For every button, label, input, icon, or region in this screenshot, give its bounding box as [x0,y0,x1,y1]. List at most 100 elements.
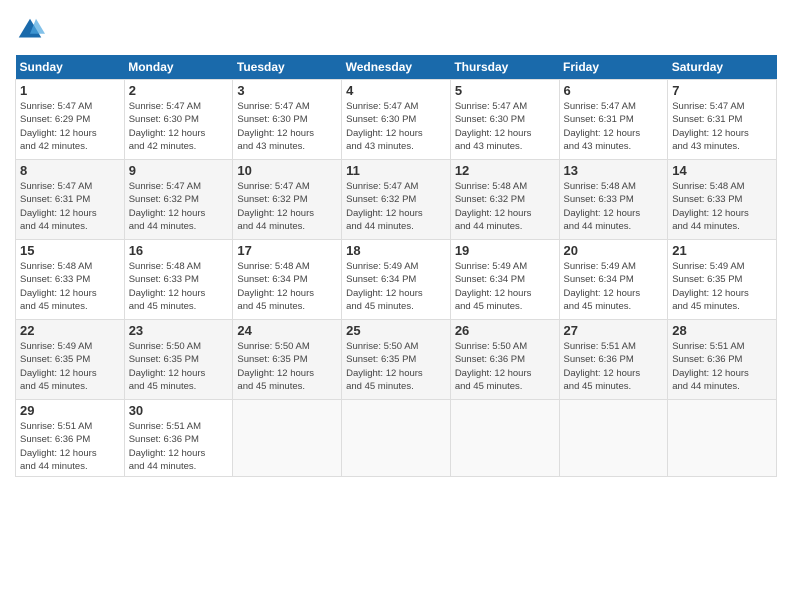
calendar-cell [342,400,451,477]
calendar-cell: 23 Sunrise: 5:50 AMSunset: 6:35 PMDaylig… [124,320,233,400]
day-info: Sunrise: 5:48 AMSunset: 6:34 PMDaylight:… [237,260,337,313]
day-info: Sunrise: 5:47 AMSunset: 6:31 PMDaylight:… [672,100,772,153]
calendar-week-row: 22 Sunrise: 5:49 AMSunset: 6:35 PMDaylig… [16,320,777,400]
day-info: Sunrise: 5:48 AMSunset: 6:32 PMDaylight:… [455,180,555,233]
day-number: 13 [564,163,664,178]
day-number: 17 [237,243,337,258]
day-info: Sunrise: 5:47 AMSunset: 6:30 PMDaylight:… [237,100,337,153]
day-header-thursday: Thursday [450,55,559,80]
day-number: 8 [20,163,120,178]
day-info: Sunrise: 5:48 AMSunset: 6:33 PMDaylight:… [129,260,229,313]
day-info: Sunrise: 5:47 AMSunset: 6:30 PMDaylight:… [346,100,446,153]
day-number: 16 [129,243,229,258]
day-header-sunday: Sunday [16,55,125,80]
day-number: 7 [672,83,772,98]
calendar-week-row: 1 Sunrise: 5:47 AMSunset: 6:29 PMDayligh… [16,80,777,160]
calendar-cell: 1 Sunrise: 5:47 AMSunset: 6:29 PMDayligh… [16,80,125,160]
day-info: Sunrise: 5:49 AMSunset: 6:34 PMDaylight:… [455,260,555,313]
calendar-cell: 29 Sunrise: 5:51 AMSunset: 6:36 PMDaylig… [16,400,125,477]
day-info: Sunrise: 5:47 AMSunset: 6:30 PMDaylight:… [129,100,229,153]
calendar-cell: 22 Sunrise: 5:49 AMSunset: 6:35 PMDaylig… [16,320,125,400]
calendar-week-row: 15 Sunrise: 5:48 AMSunset: 6:33 PMDaylig… [16,240,777,320]
day-number: 5 [455,83,555,98]
calendar-cell: 8 Sunrise: 5:47 AMSunset: 6:31 PMDayligh… [16,160,125,240]
day-number: 2 [129,83,229,98]
day-info: Sunrise: 5:47 AMSunset: 6:31 PMDaylight:… [564,100,664,153]
page-header [15,15,777,45]
calendar-cell [450,400,559,477]
day-info: Sunrise: 5:47 AMSunset: 6:29 PMDaylight:… [20,100,120,153]
day-number: 30 [129,403,229,418]
calendar-cell: 13 Sunrise: 5:48 AMSunset: 6:33 PMDaylig… [559,160,668,240]
day-info: Sunrise: 5:48 AMSunset: 6:33 PMDaylight:… [672,180,772,233]
day-info: Sunrise: 5:50 AMSunset: 6:35 PMDaylight:… [129,340,229,393]
calendar-cell: 26 Sunrise: 5:50 AMSunset: 6:36 PMDaylig… [450,320,559,400]
day-info: Sunrise: 5:48 AMSunset: 6:33 PMDaylight:… [20,260,120,313]
calendar-cell: 16 Sunrise: 5:48 AMSunset: 6:33 PMDaylig… [124,240,233,320]
calendar-cell: 10 Sunrise: 5:47 AMSunset: 6:32 PMDaylig… [233,160,342,240]
day-info: Sunrise: 5:47 AMSunset: 6:32 PMDaylight:… [346,180,446,233]
day-number: 25 [346,323,446,338]
day-number: 3 [237,83,337,98]
calendar-cell: 3 Sunrise: 5:47 AMSunset: 6:30 PMDayligh… [233,80,342,160]
day-info: Sunrise: 5:50 AMSunset: 6:35 PMDaylight:… [346,340,446,393]
day-info: Sunrise: 5:48 AMSunset: 6:33 PMDaylight:… [564,180,664,233]
day-number: 26 [455,323,555,338]
calendar-week-row: 29 Sunrise: 5:51 AMSunset: 6:36 PMDaylig… [16,400,777,477]
day-header-wednesday: Wednesday [342,55,451,80]
calendar-cell: 2 Sunrise: 5:47 AMSunset: 6:30 PMDayligh… [124,80,233,160]
day-info: Sunrise: 5:49 AMSunset: 6:34 PMDaylight:… [564,260,664,313]
day-number: 6 [564,83,664,98]
calendar-cell: 4 Sunrise: 5:47 AMSunset: 6:30 PMDayligh… [342,80,451,160]
calendar-cell: 7 Sunrise: 5:47 AMSunset: 6:31 PMDayligh… [668,80,777,160]
calendar-cell: 15 Sunrise: 5:48 AMSunset: 6:33 PMDaylig… [16,240,125,320]
calendar-cell: 14 Sunrise: 5:48 AMSunset: 6:33 PMDaylig… [668,160,777,240]
day-number: 12 [455,163,555,178]
calendar-cell: 27 Sunrise: 5:51 AMSunset: 6:36 PMDaylig… [559,320,668,400]
day-number: 29 [20,403,120,418]
day-info: Sunrise: 5:50 AMSunset: 6:36 PMDaylight:… [455,340,555,393]
day-number: 24 [237,323,337,338]
calendar-cell: 20 Sunrise: 5:49 AMSunset: 6:34 PMDaylig… [559,240,668,320]
day-number: 15 [20,243,120,258]
day-number: 20 [564,243,664,258]
calendar-cell: 30 Sunrise: 5:51 AMSunset: 6:36 PMDaylig… [124,400,233,477]
day-info: Sunrise: 5:47 AMSunset: 6:32 PMDaylight:… [129,180,229,233]
calendar-header-row: SundayMondayTuesdayWednesdayThursdayFrid… [16,55,777,80]
calendar-cell: 28 Sunrise: 5:51 AMSunset: 6:36 PMDaylig… [668,320,777,400]
day-number: 18 [346,243,446,258]
day-number: 11 [346,163,446,178]
day-number: 27 [564,323,664,338]
day-header-monday: Monday [124,55,233,80]
day-number: 22 [20,323,120,338]
calendar-cell: 18 Sunrise: 5:49 AMSunset: 6:34 PMDaylig… [342,240,451,320]
calendar-cell: 5 Sunrise: 5:47 AMSunset: 6:30 PMDayligh… [450,80,559,160]
day-number: 23 [129,323,229,338]
calendar-week-row: 8 Sunrise: 5:47 AMSunset: 6:31 PMDayligh… [16,160,777,240]
calendar-cell [668,400,777,477]
day-number: 10 [237,163,337,178]
calendar-cell: 17 Sunrise: 5:48 AMSunset: 6:34 PMDaylig… [233,240,342,320]
calendar-cell: 6 Sunrise: 5:47 AMSunset: 6:31 PMDayligh… [559,80,668,160]
day-number: 1 [20,83,120,98]
logo [15,15,50,45]
day-info: Sunrise: 5:49 AMSunset: 6:34 PMDaylight:… [346,260,446,313]
day-info: Sunrise: 5:47 AMSunset: 6:32 PMDaylight:… [237,180,337,233]
day-number: 9 [129,163,229,178]
day-info: Sunrise: 5:49 AMSunset: 6:35 PMDaylight:… [20,340,120,393]
day-header-friday: Friday [559,55,668,80]
logo-icon [15,15,45,45]
calendar-cell: 11 Sunrise: 5:47 AMSunset: 6:32 PMDaylig… [342,160,451,240]
calendar-cell: 25 Sunrise: 5:50 AMSunset: 6:35 PMDaylig… [342,320,451,400]
day-info: Sunrise: 5:49 AMSunset: 6:35 PMDaylight:… [672,260,772,313]
calendar-cell: 12 Sunrise: 5:48 AMSunset: 6:32 PMDaylig… [450,160,559,240]
day-info: Sunrise: 5:51 AMSunset: 6:36 PMDaylight:… [20,420,120,473]
calendar-cell: 19 Sunrise: 5:49 AMSunset: 6:34 PMDaylig… [450,240,559,320]
calendar-cell: 21 Sunrise: 5:49 AMSunset: 6:35 PMDaylig… [668,240,777,320]
calendar-table: SundayMondayTuesdayWednesdayThursdayFrid… [15,55,777,477]
day-header-tuesday: Tuesday [233,55,342,80]
day-info: Sunrise: 5:47 AMSunset: 6:31 PMDaylight:… [20,180,120,233]
day-header-saturday: Saturday [668,55,777,80]
day-info: Sunrise: 5:47 AMSunset: 6:30 PMDaylight:… [455,100,555,153]
day-info: Sunrise: 5:51 AMSunset: 6:36 PMDaylight:… [672,340,772,393]
